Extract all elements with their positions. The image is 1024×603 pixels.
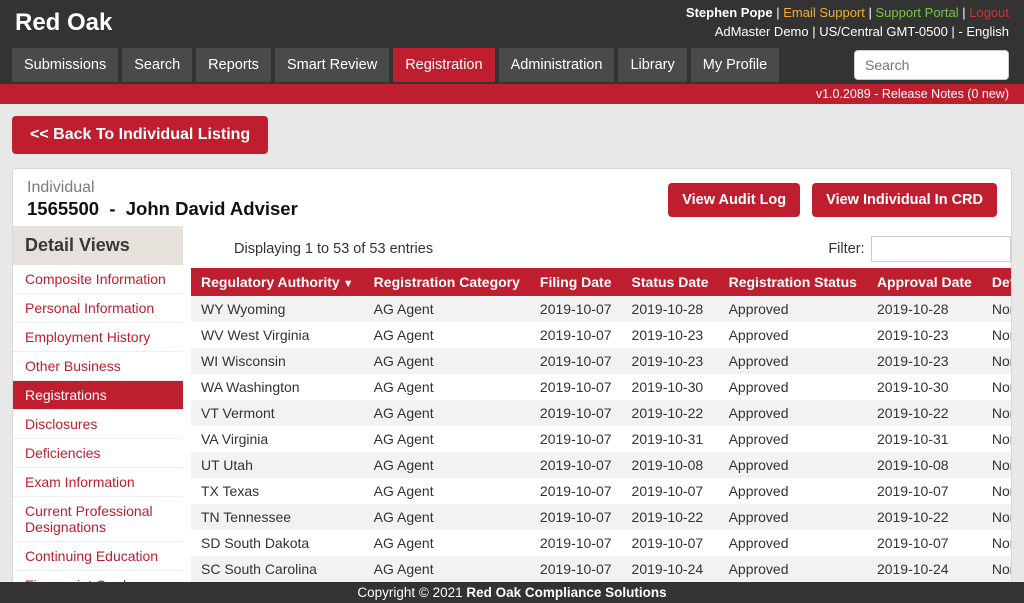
search-box	[854, 50, 1009, 80]
dv-employment-history[interactable]: Employment History	[13, 322, 183, 351]
col-reg-authority[interactable]: Regulatory Authority ▼	[191, 268, 364, 296]
table-row[interactable]: VA VirginiaAG Agent2019-10-072019-10-31A…	[191, 426, 1012, 452]
col-status-date[interactable]: Status Date	[622, 268, 719, 296]
back-to-listing-button[interactable]: << Back To Individual Listing	[12, 116, 268, 154]
table-row[interactable]: SD South DakotaAG Agent2019-10-072019-10…	[191, 530, 1012, 556]
dv-current-professional-designations[interactable]: Current Professional Designations	[13, 496, 183, 541]
support-portal-link[interactable]: Support Portal	[876, 5, 959, 20]
entries-count: Displaying 1 to 53 of 53 entries	[234, 241, 433, 257]
dv-exam-information[interactable]: Exam Information	[13, 467, 183, 496]
nav-submissions[interactable]: Submissions	[12, 48, 118, 82]
table-row[interactable]: WA WashingtonAG Agent2019-10-072019-10-3…	[191, 374, 1012, 400]
context-line: AdMaster Demo | US/Central GMT-0500 | - …	[686, 24, 1009, 41]
dv-continuing-education[interactable]: Continuing Education	[13, 541, 183, 570]
col-deficiencies[interactable]: Deficiencies	[982, 268, 1012, 296]
version-bar[interactable]: v1.0.2089 - Release Notes (0 new)	[0, 84, 1024, 104]
nav-administration[interactable]: Administration	[499, 48, 615, 82]
filter-label: Filter:	[828, 241, 864, 257]
navbar: SubmissionsSearchReportsSmart ReviewRegi…	[0, 46, 1024, 84]
detail-views-sidebar: Detail Views Composite InformationPerson…	[13, 226, 183, 593]
table-row[interactable]: VT VermontAG Agent2019-10-072019-10-22Ap…	[191, 400, 1012, 426]
email-support-link[interactable]: Email Support	[783, 5, 865, 20]
table-row[interactable]: WY WyomingAG Agent2019-10-072019-10-28Ap…	[191, 296, 1012, 322]
nav-registration[interactable]: Registration	[393, 48, 494, 82]
user-name: Stephen Pope	[686, 5, 773, 20]
panel-head: Individual 1565500 - John David Adviser …	[13, 169, 1011, 226]
user-area: Stephen Pope | Email Support | Support P…	[686, 5, 1009, 41]
col-filing-date[interactable]: Filing Date	[530, 268, 622, 296]
table-row[interactable]: UT UtahAG Agent2019-10-072019-10-08Appro…	[191, 452, 1012, 478]
detail-views-title: Detail Views	[13, 226, 183, 265]
brand: Red Oak	[15, 9, 112, 37]
view-audit-log-button[interactable]: View Audit Log	[668, 183, 800, 217]
nav-my-profile[interactable]: My Profile	[691, 48, 779, 82]
dv-registrations[interactable]: Registrations	[13, 380, 183, 409]
view-in-crd-button[interactable]: View Individual In CRD	[812, 183, 997, 217]
dv-personal-information[interactable]: Personal Information	[13, 293, 183, 322]
table-row[interactable]: TN TennesseeAG Agent2019-10-072019-10-22…	[191, 504, 1012, 530]
registrations-grid: Regulatory Authority ▼ Registration Cate…	[191, 268, 1012, 588]
dv-other-business[interactable]: Other Business	[13, 351, 183, 380]
footer: Copyright © 2021 Red Oak Compliance Solu…	[0, 582, 1024, 603]
nav-smart-review[interactable]: Smart Review	[275, 48, 389, 82]
search-input[interactable]	[854, 50, 1009, 80]
col-approval-date[interactable]: Approval Date	[867, 268, 982, 296]
content: << Back To Individual Listing Individual…	[0, 104, 1024, 593]
nav-library[interactable]: Library	[618, 48, 686, 82]
col-reg-status[interactable]: Registration Status	[719, 268, 867, 296]
dv-composite-information[interactable]: Composite Information	[13, 265, 183, 293]
grid-toolbar: Displaying 1 to 53 of 53 entries Filter:…	[191, 226, 1012, 268]
table-row[interactable]: WI WisconsinAG Agent2019-10-072019-10-23…	[191, 348, 1012, 374]
individual-panel: Individual 1565500 - John David Adviser …	[12, 168, 1012, 593]
table-row[interactable]: SC South CarolinaAG Agent2019-10-072019-…	[191, 556, 1012, 582]
nav-reports[interactable]: Reports	[196, 48, 271, 82]
sort-desc-icon: ▼	[340, 278, 354, 290]
individual-id: 1565500	[27, 198, 99, 219]
filter-input[interactable]	[871, 236, 1011, 262]
grid-wrap: Regulatory Authority ▼ Registration Cate…	[191, 268, 1012, 588]
main-area: Displaying 1 to 53 of 53 entries Filter:…	[183, 226, 1012, 593]
dv-deficiencies[interactable]: Deficiencies	[13, 438, 183, 467]
logout-link[interactable]: Logout	[969, 5, 1009, 20]
col-reg-category[interactable]: Registration Category	[364, 268, 530, 296]
individual-name: John David Adviser	[126, 198, 298, 219]
nav-search[interactable]: Search	[122, 48, 192, 82]
table-row[interactable]: WV West VirginiaAG Agent2019-10-072019-1…	[191, 322, 1012, 348]
table-row[interactable]: TX TexasAG Agent2019-10-072019-10-07Appr…	[191, 478, 1012, 504]
dv-disclosures[interactable]: Disclosures	[13, 409, 183, 438]
topbar: Red Oak Stephen Pope | Email Support | S…	[0, 0, 1024, 46]
